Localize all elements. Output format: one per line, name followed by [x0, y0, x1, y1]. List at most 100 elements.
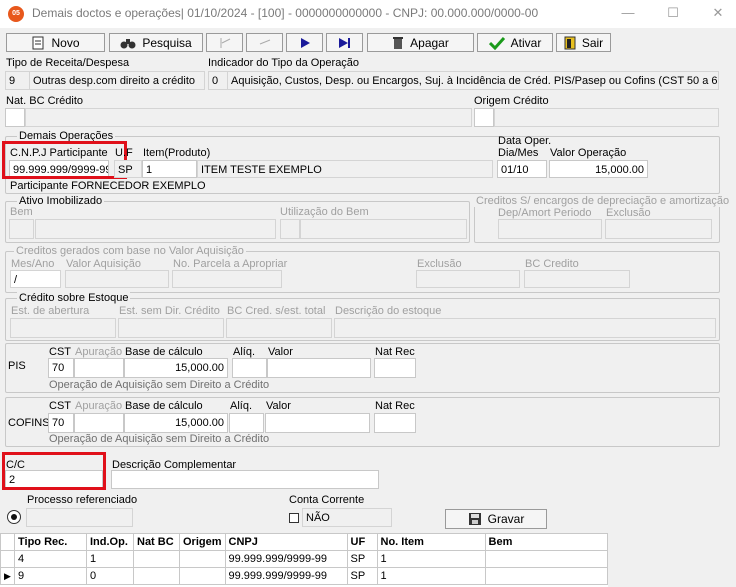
- cell-bem[interactable]: [484, 567, 609, 585]
- col-origem[interactable]: Origem: [179, 533, 226, 551]
- utilizacao-code-field[interactable]: [280, 219, 300, 239]
- cell-uf[interactable]: SP: [346, 567, 378, 585]
- item-code-field[interactable]: 1: [142, 160, 197, 178]
- records-grid[interactable]: Tipo Rec. Ind.Op. Nat BC Origem CNPJ UF …: [0, 533, 609, 587]
- pis-aliq-field[interactable]: [232, 358, 267, 378]
- cofins-aliq-field[interactable]: [229, 413, 264, 433]
- pis-cst-field[interactable]: 70: [48, 358, 74, 378]
- col-uf[interactable]: UF: [346, 533, 378, 551]
- cofins-nat-rec-field[interactable]: [374, 413, 416, 433]
- cell-origem[interactable]: [179, 550, 226, 568]
- tipo-receita-code-field[interactable]: 9: [5, 71, 30, 90]
- sair-button[interactable]: Sair: [556, 33, 611, 52]
- cofins-base-field[interactable]: 15,000.00: [124, 413, 228, 433]
- bc-credito-field[interactable]: [524, 270, 630, 288]
- conta-corrente-checkbox[interactable]: [289, 513, 299, 523]
- est-sem-dir-field[interactable]: [118, 318, 224, 338]
- indicador-desc-field[interactable]: Aquisição, Custos, Desp. ou Encargos, Su…: [227, 71, 719, 90]
- valor-operacao-field[interactable]: 15,000.00: [549, 160, 648, 178]
- cell-origem[interactable]: [179, 567, 226, 585]
- est-abertura-field[interactable]: [10, 318, 116, 338]
- col-ind-op[interactable]: Ind.Op.: [86, 533, 134, 551]
- maximize-button[interactable]: ☐: [653, 2, 693, 26]
- exclusao-aquisicao-field[interactable]: [416, 270, 520, 288]
- origem-desc-field[interactable]: [494, 108, 719, 127]
- pis-base-field[interactable]: 15,000.00: [124, 358, 228, 378]
- conta-corrente-field[interactable]: NÃO: [302, 508, 392, 527]
- cell-ind-op[interactable]: 1: [86, 550, 134, 568]
- valor-aquisicao-field[interactable]: [65, 270, 169, 288]
- processo-referenciado-field[interactable]: [26, 508, 133, 527]
- novo-button[interactable]: Novo: [6, 33, 105, 52]
- pis-nat-rec-field[interactable]: [374, 358, 416, 378]
- col-nat-bc[interactable]: Nat BC: [133, 533, 180, 551]
- bc-credito-label: BC Credito: [525, 258, 579, 270]
- processo-radio[interactable]: [7, 510, 21, 524]
- indicador-code-field[interactable]: 0: [208, 71, 228, 90]
- bem-desc-field[interactable]: [35, 219, 276, 239]
- bc-cred-est-label: BC Cred. s/est. total: [227, 305, 326, 317]
- parcela-field[interactable]: [172, 270, 282, 288]
- cell-tipo-rec[interactable]: 4: [14, 550, 87, 568]
- mes-ano-field[interactable]: /: [10, 270, 61, 288]
- cell-cnpj[interactable]: 99.999.999/9999-99: [224, 567, 348, 585]
- col-no-item[interactable]: No. Item: [376, 533, 486, 551]
- cell-cnpj[interactable]: 99.999.999/9999-99: [224, 550, 348, 568]
- cell-ind-op[interactable]: 0: [86, 567, 134, 585]
- row-indicator: [0, 550, 15, 568]
- cell-no-item[interactable]: 1: [376, 550, 486, 568]
- processo-referenciado-label: Processo referenciado: [27, 494, 138, 506]
- apagar-button[interactable]: Apagar: [367, 33, 474, 52]
- pis-apuracao-field[interactable]: [74, 358, 124, 378]
- grid-header-row: Tipo Rec. Ind.Op. Nat BC Origem CNPJ UF …: [0, 533, 609, 551]
- next-record-button[interactable]: [286, 33, 323, 52]
- est-sem-dir-label: Est. sem Dir. Crédito: [119, 305, 220, 317]
- previous-record-button[interactable]: [246, 33, 283, 52]
- cell-nat-bc[interactable]: [133, 567, 180, 585]
- cell-no-item[interactable]: 1: [376, 567, 486, 585]
- cofins-valor-field[interactable]: [265, 413, 370, 433]
- exit-door-icon: [564, 36, 576, 49]
- data-oper-field[interactable]: 01/10: [497, 160, 547, 178]
- ativar-label: Ativar: [510, 35, 542, 50]
- descricao-complementar-field[interactable]: [111, 470, 379, 489]
- minimize-button[interactable]: —: [608, 2, 648, 26]
- cofins-nat-rec-label: Nat Rec: [375, 400, 415, 412]
- cell-uf[interactable]: SP: [346, 550, 378, 568]
- cofins-apuracao-field[interactable]: [74, 413, 124, 433]
- pesquisa-button[interactable]: Pesquisa: [109, 33, 203, 52]
- col-cnpj[interactable]: CNPJ: [224, 533, 348, 551]
- cell-nat-bc[interactable]: [133, 550, 180, 568]
- table-row[interactable]: 4 1 99.999.999/9999-99 SP 1: [0, 550, 609, 568]
- bem-code-field[interactable]: [9, 219, 34, 239]
- pis-valor-label: Valor: [268, 346, 293, 358]
- origem-code-field[interactable]: [474, 108, 494, 127]
- gravar-button[interactable]: Gravar: [445, 509, 547, 529]
- exclusao-encargos-field[interactable]: [605, 219, 712, 239]
- col-bem[interactable]: Bem: [484, 533, 609, 551]
- nat-bc-desc-field[interactable]: [25, 108, 472, 127]
- pis-valor-field[interactable]: [267, 358, 371, 378]
- table-row[interactable]: ▶ 9 0 99.999.999/9999-99 SP 1: [0, 567, 609, 585]
- item-desc-field[interactable]: ITEM TESTE EXEMPLO: [197, 160, 493, 178]
- last-record-button[interactable]: [326, 33, 363, 52]
- col-tipo-rec[interactable]: Tipo Rec.: [14, 533, 87, 551]
- dep-amort-field[interactable]: [498, 219, 602, 239]
- bc-cred-est-field[interactable]: [226, 318, 332, 338]
- cell-bem[interactable]: [484, 550, 609, 568]
- descricao-estoque-field[interactable]: [334, 318, 716, 338]
- conta-corrente-label: Conta Corrente: [289, 494, 365, 506]
- cell-tipo-rec[interactable]: 9: [14, 567, 87, 585]
- tipo-receita-desc-field[interactable]: Outras desp.com direito a crédito: [29, 71, 205, 90]
- uf-field[interactable]: SP: [114, 160, 142, 178]
- cofins-cst-field[interactable]: 70: [48, 413, 74, 433]
- utilizacao-desc-field[interactable]: [300, 219, 467, 239]
- data-oper-label: Data Oper.: [498, 135, 552, 147]
- first-record-button[interactable]: [206, 33, 243, 52]
- nat-bc-code-field[interactable]: [5, 108, 25, 127]
- bem-label: Bem: [10, 206, 33, 218]
- close-button[interactable]: ✕: [698, 2, 736, 26]
- gravar-label: Gravar: [487, 512, 525, 526]
- ativar-button[interactable]: Ativar: [477, 33, 553, 52]
- item-produto-label: Item(Produto): [143, 147, 211, 159]
